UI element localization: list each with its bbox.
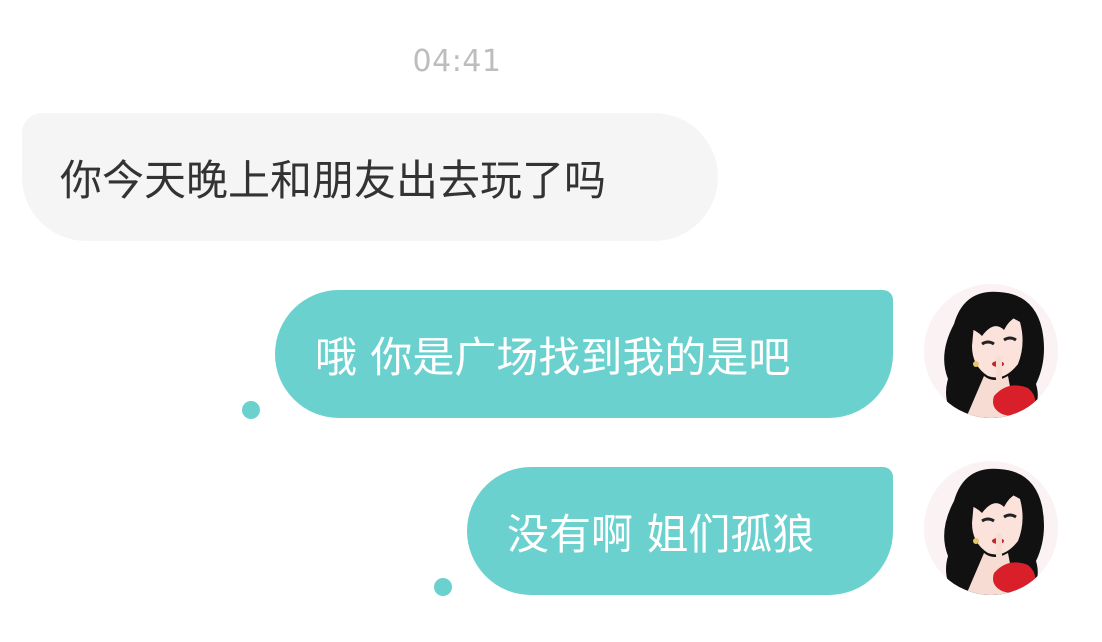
avatar[interactable]: [924, 284, 1058, 418]
message-text: 你今天晚上和朋友出去玩了吗: [60, 155, 607, 205]
avatar-illustration-icon: [924, 461, 1058, 595]
sent-message-bubble[interactable]: 哦 你是广场找到我的是吧: [275, 290, 893, 418]
avatar-illustration-icon: [924, 284, 1058, 418]
message-timestamp: 04:41: [412, 44, 502, 79]
chat-screen: 04:41 你今天晚上和朋友出去玩了吗 哦 你是广场找到我的是吧 没有啊 姐们孤…: [0, 0, 1102, 642]
bubble-tail-dot: [434, 578, 452, 596]
avatar[interactable]: [924, 461, 1058, 595]
message-text: 哦 你是广场找到我的是吧: [315, 332, 791, 382]
bubble-tail-dot: [242, 401, 260, 419]
message-text: 没有啊 姐们孤狼: [507, 509, 815, 559]
received-message-bubble[interactable]: 你今天晚上和朋友出去玩了吗: [22, 113, 718, 241]
sent-message-bubble[interactable]: 没有啊 姐们孤狼: [467, 467, 893, 595]
